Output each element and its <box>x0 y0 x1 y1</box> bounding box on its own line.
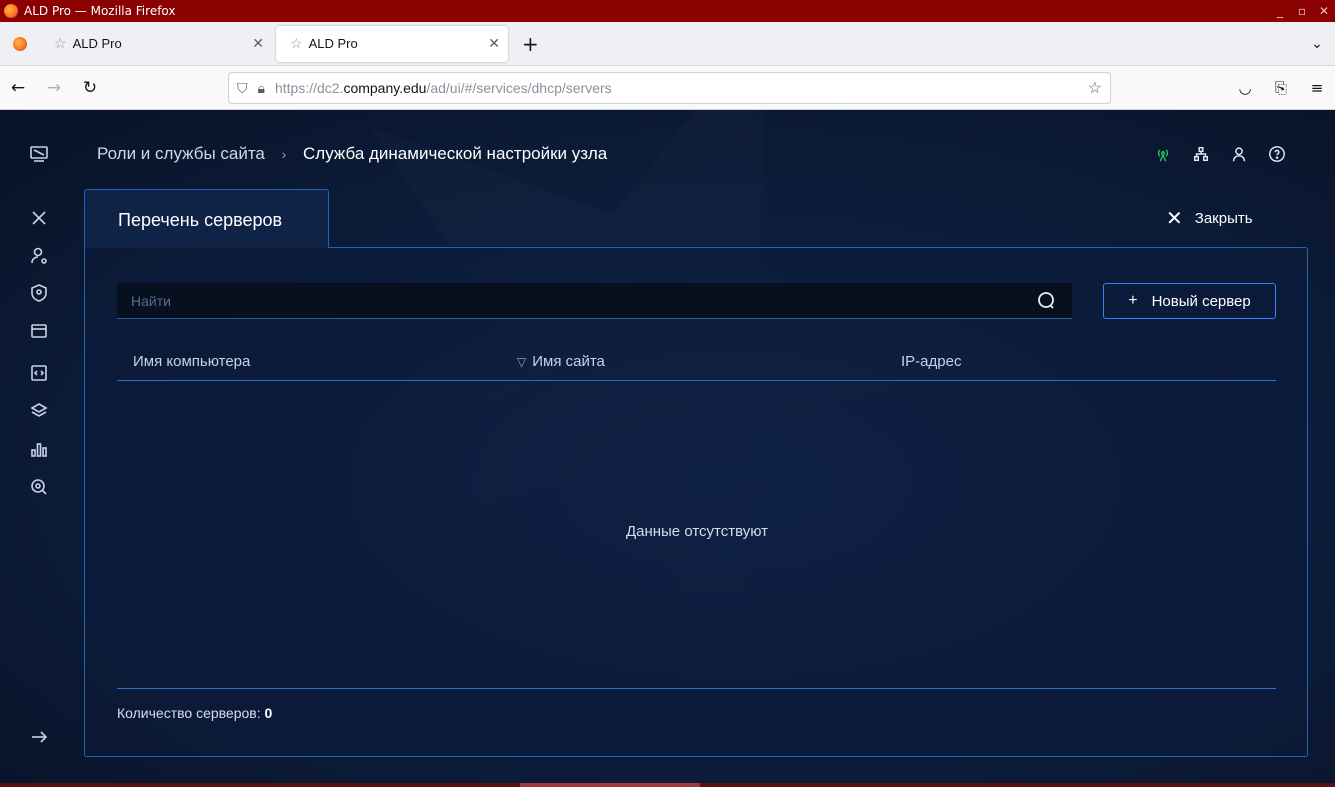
url-bar[interactable]: ⛉ 🔒︎ https://dc2.company.edu/ad/ui/#/ser… <box>228 72 1111 104</box>
table-header: Имя компьютера ▽ Имя сайта IP-адрес <box>117 343 1276 381</box>
server-list-panel: Найти + Новый сервер Имя компьютера ▽ Имя… <box>84 247 1308 757</box>
menu-icon[interactable]: ≡ <box>1299 79 1335 97</box>
forward-button[interactable]: → <box>36 78 72 98</box>
tools-icon[interactable] <box>28 207 50 229</box>
firefox-icon <box>13 36 27 51</box>
star-icon: ☆ <box>290 35 303 51</box>
back-button[interactable]: ← <box>0 78 36 98</box>
breadcrumb-separator: › <box>281 146 287 162</box>
breadcrumb: Роли и службы сайта › Служба динамическо… <box>97 144 607 164</box>
browser-tab[interactable]: ☆ ALD Pro ✕ <box>40 26 272 62</box>
lock-icon[interactable]: 🔒︎ <box>258 80 265 97</box>
firefox-logo-icon <box>4 4 18 18</box>
header-actions <box>1153 144 1287 164</box>
expand-sidebar-icon[interactable] <box>28 726 50 748</box>
url-text[interactable]: https://dc2.company.edu/ad/ui/#/services… <box>275 80 1088 96</box>
column-header-hostname[interactable]: Имя компьютера <box>133 353 250 370</box>
server-count-label: Количество серверов: <box>117 705 261 721</box>
window-title: ALD Pro — Mozilla Firefox <box>24 4 176 18</box>
close-panel-button[interactable]: ✕ Закрыть <box>1166 206 1253 231</box>
close-tab-icon[interactable]: ✕ <box>488 35 500 52</box>
search-zoom-icon[interactable] <box>28 476 50 498</box>
close-icon: ✕ <box>1166 208 1183 230</box>
close-label: Закрыть <box>1194 210 1253 227</box>
window-titlebar: ALD Pro — Mozilla Firefox _ ▫ ✕ <box>0 0 1335 22</box>
sidebar <box>0 110 78 787</box>
new-tab-button[interactable]: + <box>522 32 539 56</box>
star-icon: ☆ <box>54 35 67 51</box>
maximize-button[interactable]: ▫ <box>1291 4 1313 18</box>
tab-label: ALD Pro <box>72 36 122 51</box>
taskbar-strip <box>0 783 1335 787</box>
reload-button[interactable]: ↻ <box>72 78 108 98</box>
new-server-button[interactable]: + Новый сервер <box>1103 283 1276 319</box>
close-tab-icon[interactable]: ✕ <box>252 35 264 52</box>
new-server-label: Новый сервер <box>1151 292 1251 310</box>
tab-label: ALD Pro <box>308 36 358 51</box>
breadcrumb-parent[interactable]: Роли и службы сайта <box>97 144 265 163</box>
shield-icon[interactable]: ⛉ <box>237 80 248 97</box>
app-viewport: Роли и службы сайта › Служба динамическо… <box>0 110 1335 787</box>
shield-user-icon[interactable] <box>28 282 50 304</box>
bookmark-star-icon[interactable]: ☆ <box>1088 78 1102 98</box>
browser-tab-active[interactable]: ☆ ALD Pro ✕ <box>276 25 508 62</box>
window-icon[interactable] <box>28 320 50 342</box>
network-hierarchy-icon[interactable] <box>1191 144 1211 164</box>
close-window-button[interactable]: ✕ <box>1313 4 1335 18</box>
search-input[interactable]: Найти <box>131 293 1036 309</box>
help-icon[interactable] <box>1267 144 1287 164</box>
column-header-site[interactable]: ▽ Имя сайта <box>517 353 605 370</box>
plus-icon: + <box>1128 292 1138 309</box>
server-count: Количество серверов: 0 <box>117 705 272 721</box>
filter-icon[interactable]: ▽ <box>517 355 526 369</box>
layers-icon[interactable] <box>28 400 50 422</box>
bar-chart-icon[interactable] <box>28 438 50 460</box>
user-profile-icon[interactable] <box>1229 144 1249 164</box>
extensions-icon[interactable]: ⎘ <box>1263 79 1299 97</box>
user-settings-icon[interactable] <box>28 245 50 267</box>
empty-state-text: Данные отсутствуют <box>625 523 769 540</box>
monitor-icon[interactable] <box>28 143 50 165</box>
server-count-value: 0 <box>264 705 273 721</box>
pocket-icon[interactable]: ◡ <box>1227 79 1263 97</box>
list-all-tabs-icon[interactable]: ⌄ <box>1299 36 1335 52</box>
browser-tabbar: ☆ ALD Pro ✕ ☆ ALD Pro ✕ + ⌄ <box>0 22 1335 66</box>
search-field[interactable]: Найти <box>117 283 1072 319</box>
table-footer-divider <box>117 688 1276 689</box>
tab-server-list[interactable]: Перечень серверов <box>84 189 329 248</box>
code-icon[interactable] <box>28 362 50 384</box>
column-header-ip[interactable]: IP-адрес <box>901 353 961 370</box>
browser-navbar: ← → ↻ ⛉ 🔒︎ https://dc2.company.edu/ad/ui… <box>0 66 1335 110</box>
broadcast-status-icon[interactable] <box>1153 144 1173 164</box>
search-icon[interactable] <box>1036 290 1058 312</box>
minimize-button[interactable]: _ <box>1269 4 1291 18</box>
breadcrumb-current: Служба динамической настройки узла <box>303 144 608 163</box>
firefox-view-button[interactable] <box>0 22 40 66</box>
